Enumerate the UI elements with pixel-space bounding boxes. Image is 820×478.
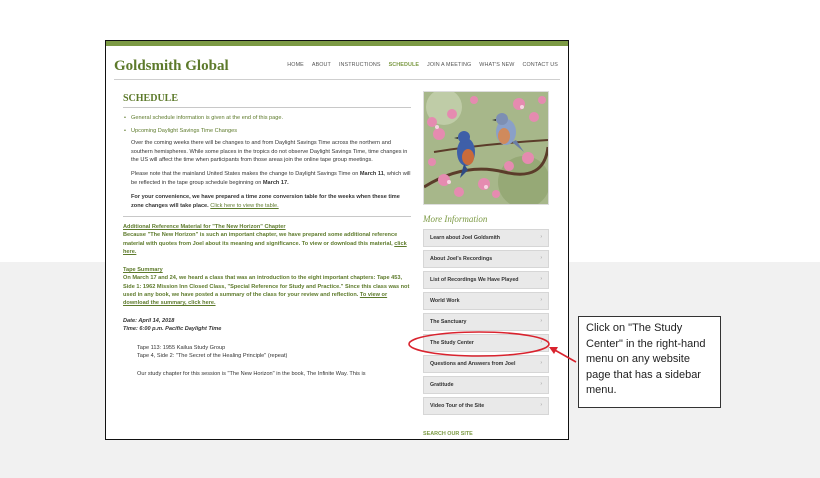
tape-item-1: Tape 113: 1955 Kailua Study Group [137, 344, 226, 351]
dst-date-2: March 17. [262, 179, 289, 186]
more-info-heading: More Information [423, 214, 488, 224]
dst-date-1: March 11 [359, 171, 384, 178]
reference-text: Because "The New Horizon" is such an imp… [123, 231, 411, 256]
title-divider [123, 107, 411, 109]
search-heading: SEARCH OUR SITE [423, 431, 473, 437]
sidebar-item-label: Questions and Answers from Joel [430, 361, 516, 367]
session-time: Time: 6:00 p.m. Pacific Daylight Time [123, 326, 222, 333]
site-logo[interactable]: Goldsmith Global [114, 58, 229, 75]
chevron-right-icon: › [540, 381, 542, 387]
sidebar-menu: Learn about Joel Goldsmith › About Joel's… [423, 229, 549, 415]
sidebar-item-list-recordings[interactable]: List of Recordings We Have Played › [423, 271, 549, 289]
chevron-right-icon: › [540, 297, 542, 303]
main-nav: HOME ABOUT INSTRUCTIONS SCHEDULE JOIN A … [287, 62, 558, 68]
sidebar-item-label: Gratitude [430, 382, 454, 388]
nav-contact[interactable]: CONTACT US [522, 62, 558, 68]
sidebar-item-label: Learn about Joel Goldsmith [430, 235, 501, 241]
tape-summary-section: Tape Summary On March 17 and 24, we hear… [123, 266, 411, 308]
nav-home[interactable]: HOME [287, 62, 304, 68]
chevron-right-icon: › [540, 360, 542, 366]
chevron-right-icon: › [540, 234, 542, 240]
nav-join-meeting[interactable]: JOIN A MEETING [427, 62, 471, 68]
sidebar-item-label: List of Recordings We Have Played [430, 277, 519, 283]
sidebar-item-questions[interactable]: Questions and Answers from Joel › [423, 355, 549, 373]
website-screenshot: Goldsmith Global HOME ABOUT INSTRUCTIONS… [105, 40, 569, 440]
tape-summary-heading: Tape Summary [123, 266, 163, 273]
top-accent-bar [106, 41, 568, 46]
reference-section: Additional Reference Material for "The N… [123, 223, 411, 257]
bullet-dst: Upcoming Daylight Savings Time Changes [123, 127, 411, 136]
bluebirds-image [424, 92, 548, 204]
dst-note: Please note that the mainland United Sta… [131, 170, 411, 187]
tape-list: Tape 113: 1955 Kailua Study Group Tape 4… [123, 344, 411, 361]
main-content: SCHEDULE General schedule information is… [123, 93, 411, 379]
chevron-right-icon: › [540, 276, 542, 282]
view-table-link[interactable]: Click here to view the table. [210, 203, 278, 209]
sidebar-item-study-center[interactable]: The Study Center › [423, 334, 549, 352]
chevron-right-icon: › [540, 255, 542, 261]
sidebar-item-label: World Work [430, 298, 460, 304]
bluebirds-photo [423, 91, 549, 205]
sidebar-item-world-work[interactable]: World Work › [423, 292, 549, 310]
sidebar-item-label: The Study Center [430, 340, 474, 346]
study-chapter-line: Our study chapter for this session is "T… [137, 371, 366, 378]
sidebar-item-label: Video Tour of the Site [430, 403, 485, 409]
reference-body: Because "The New Horizon" is such an imp… [123, 232, 398, 247]
nav-about[interactable]: ABOUT [312, 62, 331, 68]
sidebar-item-gratitude[interactable]: Gratitude › [423, 376, 549, 394]
bullet-general-info: General schedule information is given at… [123, 114, 411, 123]
chevron-right-icon: › [540, 318, 542, 324]
sidebar-item-sanctuary[interactable]: The Sanctuary › [423, 313, 549, 331]
tape-summary-text: On March 17 and 24, we heard a class tha… [123, 274, 411, 308]
header-divider [114, 79, 560, 80]
section-divider [123, 216, 411, 218]
nav-whats-new[interactable]: WHAT'S NEW [479, 62, 514, 68]
sidebar-item-recordings[interactable]: About Joel's Recordings › [423, 250, 549, 268]
nav-instructions[interactable]: INSTRUCTIONS [339, 62, 381, 68]
page-title: SCHEDULE [123, 93, 179, 104]
instruction-callout: Click on "The Study Center" in the right… [578, 316, 721, 408]
session-date: Date: April 14, 2018 [123, 317, 175, 324]
sidebar-item-video-tour[interactable]: Video Tour of the Site › [423, 397, 549, 415]
session-info: Date: April 14, 2018 Time: 6:00 p.m. Pac… [123, 317, 411, 334]
chevron-right-icon: › [540, 339, 542, 345]
sidebar: More Information Learn about Joel Goldsm… [423, 91, 549, 437]
nav-schedule[interactable]: SCHEDULE [389, 62, 419, 68]
sidebar-item-learn-joel[interactable]: Learn about Joel Goldsmith › [423, 229, 549, 247]
conversion-note: For your convenience, we have prepared a… [131, 193, 411, 210]
reference-heading: Additional Reference Material for "The N… [123, 224, 286, 231]
chevron-right-icon: › [540, 402, 542, 408]
dst-note-text: Please note that the mainland United Sta… [131, 171, 360, 178]
sidebar-item-label: About Joel's Recordings [430, 256, 493, 262]
tape-item-2: Tape 4, Side 2: "The Secret of the Heali… [137, 352, 288, 359]
sidebar-item-label: The Sanctuary [430, 319, 467, 325]
dst-paragraph: Over the coming weeks there will be chan… [131, 140, 408, 164]
